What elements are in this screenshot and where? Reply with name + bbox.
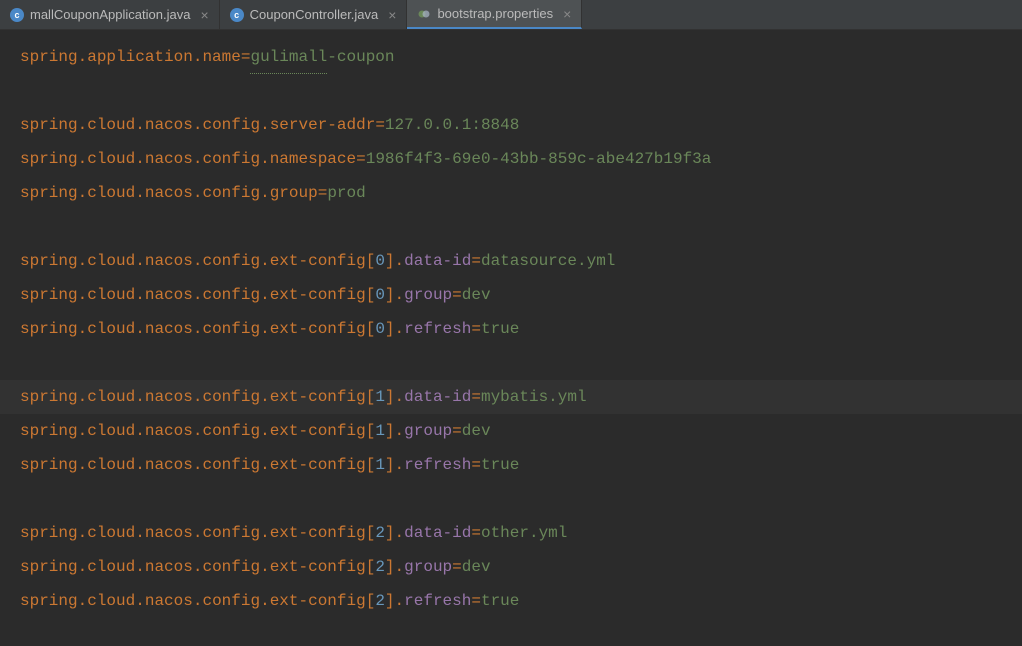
tab-1[interactable]: c CouponController.java × xyxy=(220,0,408,29)
code-line[interactable]: spring.application.name=gulimall-coupon xyxy=(0,40,1022,74)
code-line[interactable] xyxy=(0,346,1022,380)
tab-0[interactable]: c mallCouponApplication.java × xyxy=(0,0,220,29)
tab-label: bootstrap.properties xyxy=(437,6,553,21)
close-icon[interactable]: × xyxy=(388,7,396,23)
code-line[interactable]: spring.cloud.nacos.config.ext-config[1].… xyxy=(0,448,1022,482)
code-line[interactable]: spring.cloud.nacos.config.ext-config[1].… xyxy=(0,380,1022,414)
code-line[interactable]: spring.cloud.nacos.config.ext-config[2].… xyxy=(0,516,1022,550)
code-line[interactable] xyxy=(0,482,1022,516)
code-line[interactable]: spring.cloud.nacos.config.ext-config[0].… xyxy=(0,278,1022,312)
tab-2[interactable]: bootstrap.properties × xyxy=(407,0,582,29)
code-line[interactable]: spring.cloud.nacos.config.ext-config[2].… xyxy=(0,584,1022,618)
code-line[interactable]: spring.cloud.nacos.config.ext-config[0].… xyxy=(0,244,1022,278)
properties-file-icon xyxy=(417,7,431,21)
code-line[interactable]: spring.cloud.nacos.config.group=prod xyxy=(0,176,1022,210)
code-line[interactable]: spring.cloud.nacos.config.namespace=1986… xyxy=(0,142,1022,176)
close-icon[interactable]: × xyxy=(563,6,571,22)
code-line[interactable] xyxy=(0,74,1022,108)
code-editor[interactable]: spring.application.name=gulimall-coupon s… xyxy=(0,30,1022,628)
code-line[interactable]: spring.cloud.nacos.config.ext-config[2].… xyxy=(0,550,1022,584)
code-line[interactable]: spring.cloud.nacos.config.server-addr=12… xyxy=(0,108,1022,142)
java-class-icon: c xyxy=(230,8,244,22)
code-line[interactable]: spring.cloud.nacos.config.ext-config[0].… xyxy=(0,312,1022,346)
tab-label: CouponController.java xyxy=(250,7,379,22)
close-icon[interactable]: × xyxy=(200,7,208,23)
java-class-icon: c xyxy=(10,8,24,22)
tab-label: mallCouponApplication.java xyxy=(30,7,190,22)
code-line[interactable]: spring.cloud.nacos.config.ext-config[1].… xyxy=(0,414,1022,448)
code-line[interactable] xyxy=(0,210,1022,244)
tab-bar: c mallCouponApplication.java × c CouponContr… xyxy=(0,0,1022,30)
